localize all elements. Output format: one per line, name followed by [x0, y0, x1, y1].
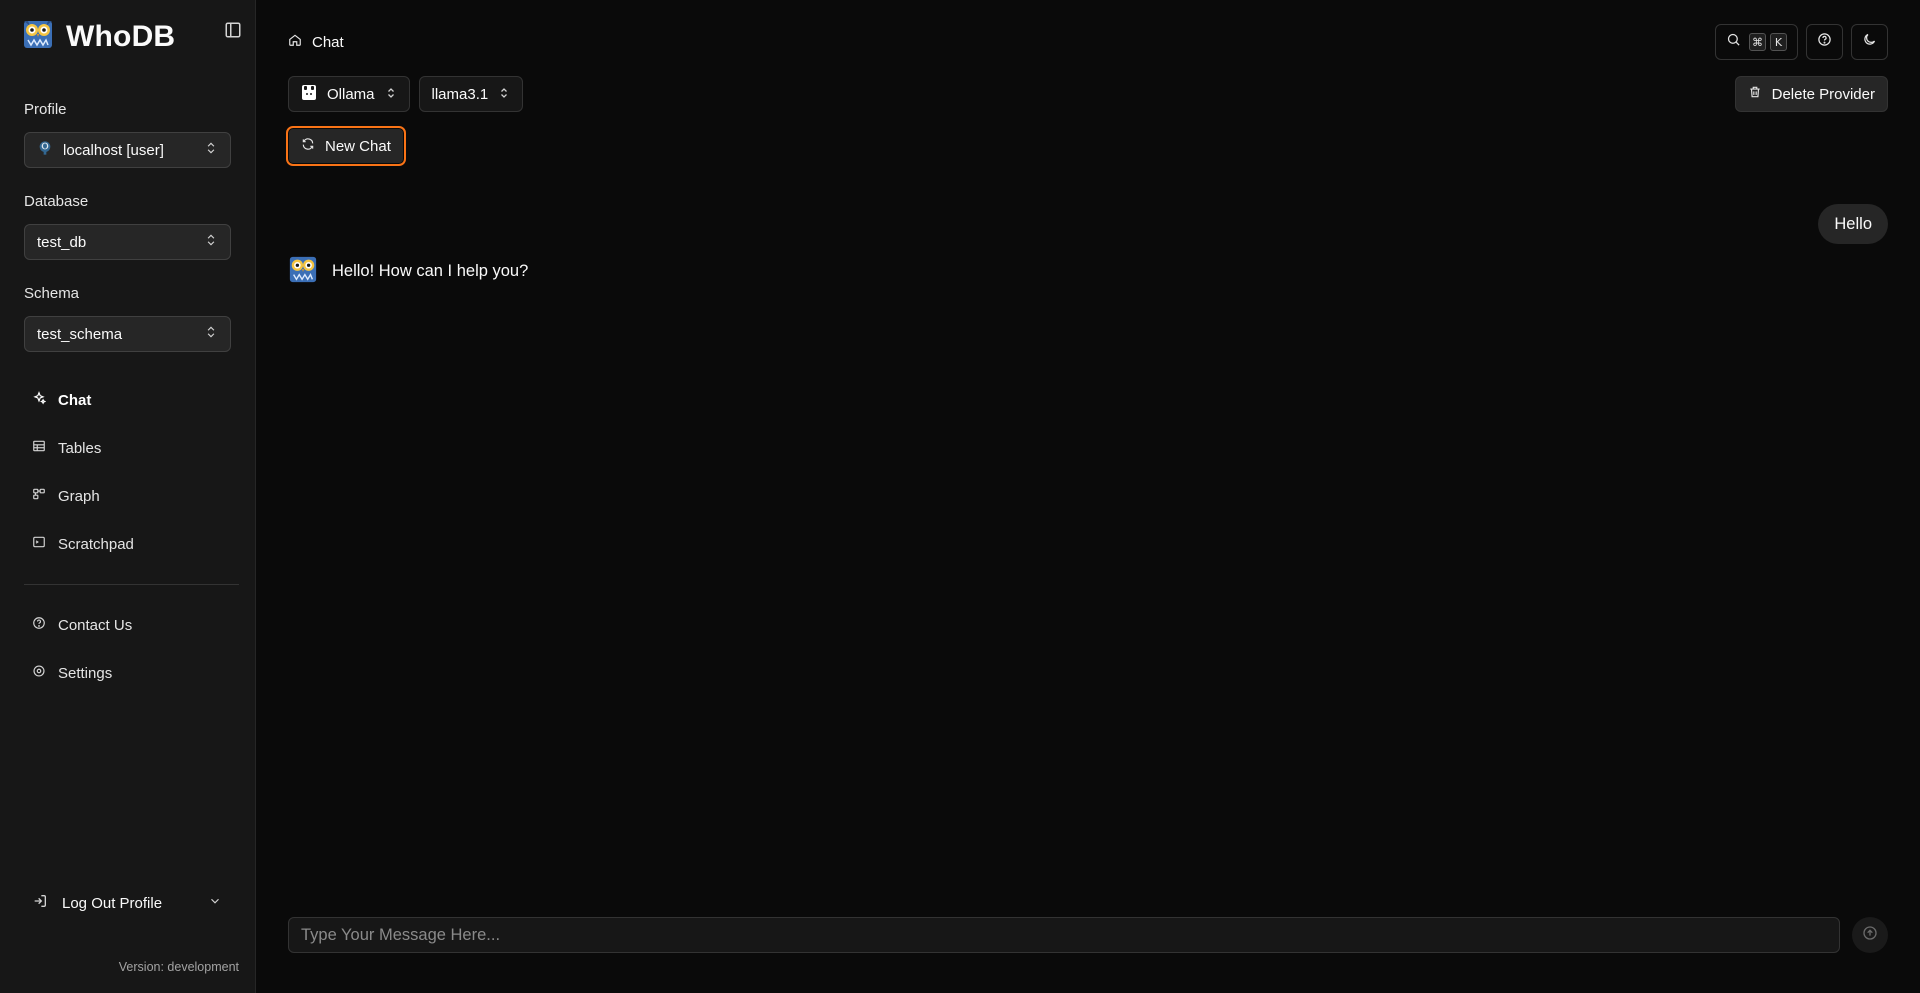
sidebar-item-label: Scratchpad — [58, 535, 134, 553]
breadcrumb-current: Chat — [312, 33, 344, 51]
chevrons-up-down-icon — [204, 141, 218, 159]
sidebar-item-label: Contact Us — [58, 616, 133, 634]
owl-avatar-icon — [288, 254, 318, 289]
message-input[interactable] — [301, 925, 1827, 945]
database-label: Database — [24, 193, 89, 210]
provider-select[interactable]: Ollama — [288, 76, 410, 112]
trash-icon — [1748, 85, 1762, 103]
sidebar: WhoDB Profile localhost [user] Database … — [0, 0, 256, 993]
sidebar-item-graph[interactable]: Graph — [32, 484, 100, 508]
assistant-message: Hello! How can I help you? — [288, 254, 528, 289]
moon-icon — [1862, 32, 1877, 52]
send-button[interactable] — [1852, 917, 1888, 953]
help-button[interactable] — [1806, 24, 1843, 60]
assistant-message-text: Hello! How can I help you? — [332, 262, 529, 280]
sidebar-item-label: Chat — [58, 391, 92, 409]
provider-value: Ollama — [327, 85, 375, 103]
breadcrumb[interactable]: Chat — [288, 33, 344, 51]
sidebar-item-label: Settings — [58, 664, 113, 682]
schema-label: Schema — [24, 285, 80, 302]
new-chat-button[interactable]: New Chat — [286, 126, 406, 166]
main-content: Chat ⌘ K Ollama llama3.1 Delete Provider… — [256, 0, 1920, 993]
sidebar-item-settings[interactable]: Settings — [32, 661, 112, 685]
table-icon — [32, 439, 46, 457]
schema-select[interactable]: test_schema — [24, 316, 231, 352]
postgres-icon — [37, 140, 53, 160]
chevron-down-icon — [208, 894, 222, 912]
sidebar-item-label: Tables — [58, 439, 102, 457]
version-text: Version: development — [118, 960, 239, 974]
delete-provider-label: Delete Provider — [1771, 85, 1875, 103]
gear-icon — [32, 664, 46, 682]
command-search-button[interactable]: ⌘ K — [1715, 24, 1798, 60]
search-icon — [1726, 32, 1741, 52]
chevrons-up-down-icon — [204, 325, 218, 343]
help-circle-icon — [1817, 32, 1832, 52]
chat-toolbar: Ollama llama3.1 — [288, 76, 524, 112]
owl-logo-icon — [22, 18, 54, 55]
app-name: WhoDB — [66, 19, 176, 53]
model-value: llama3.1 — [431, 85, 489, 103]
profile-label: Profile — [24, 101, 67, 118]
profile-select[interactable]: localhost [user] — [24, 132, 231, 168]
delete-provider-button[interactable]: Delete Provider — [1734, 76, 1888, 112]
model-select[interactable]: llama3.1 — [418, 76, 524, 112]
chevrons-up-down-icon — [204, 233, 218, 251]
sidebar-item-contact-us[interactable]: Contact Us — [32, 613, 132, 637]
logout-profile-button[interactable]: Log Out Profile — [32, 891, 222, 915]
ollama-icon — [301, 84, 317, 105]
database-select[interactable]: test_db — [24, 224, 231, 260]
new-chat-label: New Chat — [325, 137, 391, 155]
sidebar-item-tables[interactable]: Tables — [32, 436, 101, 460]
shortcut-hint: ⌘ K — [1749, 33, 1787, 51]
sidebar-toggle-icon[interactable] — [224, 21, 242, 39]
app-root: WhoDB Profile localhost [user] Database … — [0, 0, 1920, 993]
sidebar-item-chat[interactable]: Chat — [32, 388, 91, 412]
sidebar-item-scratchpad[interactable]: Scratchpad — [32, 532, 134, 556]
sparkles-icon — [32, 391, 47, 409]
refresh-icon — [301, 137, 315, 155]
profile-value: localhost [user] — [63, 141, 164, 159]
theme-toggle-button[interactable] — [1851, 24, 1888, 60]
chevrons-up-down-icon — [385, 86, 397, 103]
brand[interactable]: WhoDB — [22, 18, 175, 55]
kbd-command: ⌘ — [1749, 33, 1766, 51]
sidebar-item-label: Graph — [58, 487, 100, 505]
log-out-icon — [32, 893, 48, 913]
schema-value: test_schema — [37, 325, 123, 343]
home-icon — [288, 33, 302, 51]
user-message: Hello — [1818, 204, 1888, 244]
chevrons-up-down-icon — [498, 86, 510, 103]
message-composer — [288, 917, 1840, 953]
help-circle-icon — [32, 616, 46, 634]
kbd-k: K — [1770, 33, 1787, 51]
top-actions: ⌘ K — [1715, 24, 1888, 60]
arrow-up-circle-icon — [1862, 925, 1878, 946]
logout-label: Log Out Profile — [62, 894, 163, 912]
graph-icon — [32, 487, 46, 505]
nav-divider — [24, 584, 239, 585]
database-value: test_db — [37, 233, 87, 251]
terminal-icon — [32, 535, 46, 553]
